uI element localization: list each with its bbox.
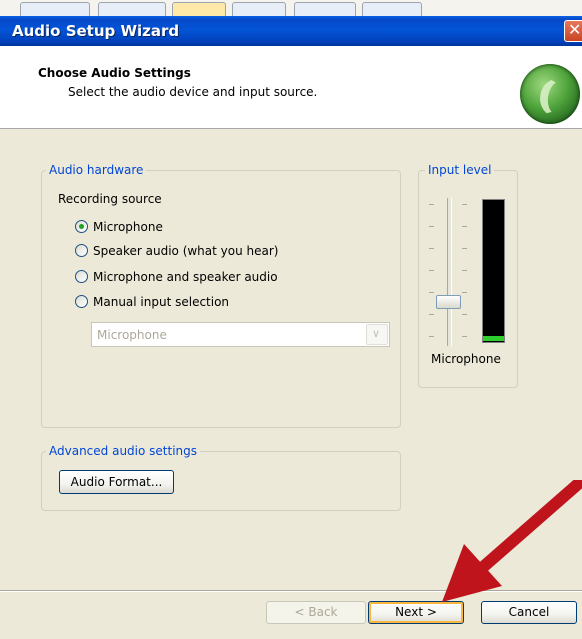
background-tab bbox=[294, 2, 356, 17]
radio-label-manual-input[interactable]: Manual input selection bbox=[93, 295, 229, 309]
slider-tick bbox=[429, 226, 434, 227]
input-level-slider-thumb[interactable] bbox=[436, 295, 461, 309]
window-title: Audio Setup Wizard bbox=[12, 22, 180, 40]
close-icon: ✕ bbox=[568, 20, 582, 39]
input-level-slider-track[interactable] bbox=[447, 198, 452, 346]
slider-tick bbox=[462, 226, 467, 227]
radio-label-microphone[interactable]: Microphone bbox=[93, 220, 163, 234]
background-app-strip bbox=[0, 0, 582, 17]
radio-microphone-and-speaker[interactable] bbox=[75, 270, 88, 283]
slider-tick bbox=[429, 336, 434, 337]
slider-tick bbox=[462, 270, 467, 271]
input-level-meter-fill bbox=[483, 336, 504, 341]
slider-tick bbox=[462, 248, 467, 249]
slider-tick bbox=[462, 204, 467, 205]
page-subtitle: Select the audio device and input source… bbox=[68, 85, 318, 99]
slider-tick bbox=[462, 314, 467, 315]
background-tab bbox=[362, 2, 422, 17]
input-level-meter bbox=[482, 199, 505, 343]
slider-tick bbox=[462, 292, 467, 293]
radio-manual-input[interactable] bbox=[75, 295, 88, 308]
close-button[interactable]: ✕ bbox=[564, 20, 582, 42]
recording-source-label: Recording source bbox=[58, 192, 162, 206]
input-level-device-label: Microphone bbox=[431, 352, 501, 366]
slider-tick bbox=[429, 270, 434, 271]
radio-label-speaker-audio[interactable]: Speaker audio (what you hear) bbox=[93, 244, 278, 258]
input-device-select-value: Microphone bbox=[97, 328, 167, 342]
input-level-legend: Input level bbox=[425, 163, 495, 177]
radio-selected-dot bbox=[79, 224, 84, 229]
back-button[interactable]: < Back bbox=[266, 601, 366, 624]
background-tab bbox=[20, 2, 90, 17]
background-tab bbox=[98, 2, 166, 17]
background-tab bbox=[172, 2, 226, 17]
slider-tick bbox=[429, 292, 434, 293]
dropdown-button[interactable]: ∨ bbox=[366, 324, 388, 345]
slider-tick bbox=[429, 314, 434, 315]
audio-format-button[interactable]: Audio Format... bbox=[59, 470, 174, 494]
annotation-arrow-icon bbox=[442, 480, 582, 602]
audio-hardware-legend: Audio hardware bbox=[46, 163, 147, 177]
advanced-audio-settings-legend: Advanced audio settings bbox=[46, 444, 201, 458]
chevron-down-icon: ∨ bbox=[372, 327, 381, 340]
slider-tick bbox=[462, 336, 467, 337]
radio-speaker-audio[interactable] bbox=[75, 244, 88, 257]
radio-label-microphone-and-speaker[interactable]: Microphone and speaker audio bbox=[93, 270, 278, 284]
slider-tick bbox=[429, 248, 434, 249]
background-tab bbox=[232, 2, 286, 17]
page-title: Choose Audio Settings bbox=[38, 66, 191, 80]
slider-tick bbox=[429, 204, 434, 205]
radio-microphone[interactable] bbox=[75, 220, 88, 233]
